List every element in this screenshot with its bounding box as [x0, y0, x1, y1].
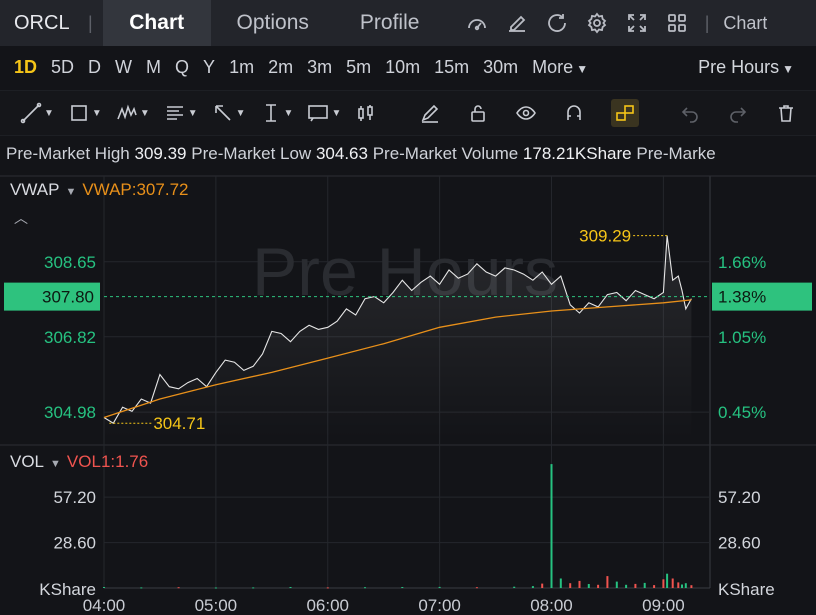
volume-bar [559, 578, 562, 588]
time-tick-label: 07:00 [418, 596, 461, 615]
caret-down-icon: ▼ [50, 458, 61, 470]
current-pct-label: 1.38% [718, 288, 766, 307]
pct-tick-label-right: 0.45% [718, 403, 766, 422]
volume-bar [177, 587, 180, 589]
time-tick-label: 08:00 [530, 596, 573, 615]
price-chart[interactable]: Pre Hours 04:00 05:00 06:00 07:00 08:00 09:00… [0, 0, 816, 615]
volume-bar [662, 579, 665, 588]
volume-bar [666, 573, 669, 588]
volume-bar [606, 576, 609, 588]
high-marker-label: 309.29 [579, 227, 631, 246]
volume-bar [541, 583, 544, 588]
volume-bar [681, 584, 683, 588]
volume-bar [140, 587, 143, 589]
volume-indicator[interactable]: VOL ▼ VOL1:1.76 [10, 452, 148, 472]
volume-bar [615, 581, 618, 588]
volume-bar [326, 587, 329, 589]
volume-bar [103, 587, 105, 588]
volume-bar [690, 585, 693, 588]
time-tick-label: 05:00 [195, 596, 238, 615]
price-tick-label-left: 304.98 [44, 403, 96, 422]
chart-marks [4, 235, 812, 589]
collapse-chevron-icon[interactable]: ︿ [14, 208, 28, 228]
volume-bar [684, 583, 687, 588]
volume-bar [597, 584, 600, 588]
volume-tick-label-right: 57.20 [718, 488, 761, 507]
volume-bar [401, 587, 404, 588]
volume-bar [550, 464, 553, 588]
volume-tick-label-left: 57.20 [53, 488, 96, 507]
volume-bar [214, 587, 217, 589]
vol-value: VOL1:1.76 [66, 452, 149, 471]
volume-bar [587, 584, 590, 588]
volume-bar [671, 578, 674, 588]
vwap-indicator[interactable]: VWAP ▼ VWAP:307.72 [10, 180, 188, 200]
price-tick-label-left: 308.65 [44, 253, 96, 272]
volume-unit-label-left: KShare [39, 580, 96, 599]
current-price-label: 307.80 [42, 288, 94, 307]
time-tick-label: 06:00 [306, 596, 349, 615]
volume-bar [531, 586, 534, 588]
volume-bar [643, 582, 646, 588]
volume-bar [513, 586, 516, 588]
time-tick-label: 09:00 [642, 596, 685, 615]
volume-bar [677, 582, 680, 588]
caret-down-icon: ▼ [65, 186, 77, 198]
volume-bar [289, 587, 292, 588]
volume-tick-label-left: 28.60 [53, 534, 96, 553]
volume-bar [634, 583, 637, 588]
volume-bar [578, 580, 581, 588]
volume-bar [475, 587, 478, 589]
volume-bar [252, 587, 255, 589]
volume-bar [438, 586, 441, 588]
price-tick-label-left: 306.82 [44, 328, 96, 347]
pct-tick-label-right: 1.66% [718, 253, 766, 272]
volume-bar [569, 583, 572, 588]
pct-tick-label-right: 1.05% [718, 328, 766, 347]
volume-unit-label-right: KShare [718, 580, 775, 599]
volume-bar [653, 585, 656, 588]
low-marker-label: 304.71 [153, 414, 205, 433]
volume-bar [625, 584, 628, 588]
vwap-value: VWAP:307.72 [82, 180, 189, 199]
volume-tick-label-right: 28.60 [718, 534, 761, 553]
volume-bar [364, 587, 366, 589]
